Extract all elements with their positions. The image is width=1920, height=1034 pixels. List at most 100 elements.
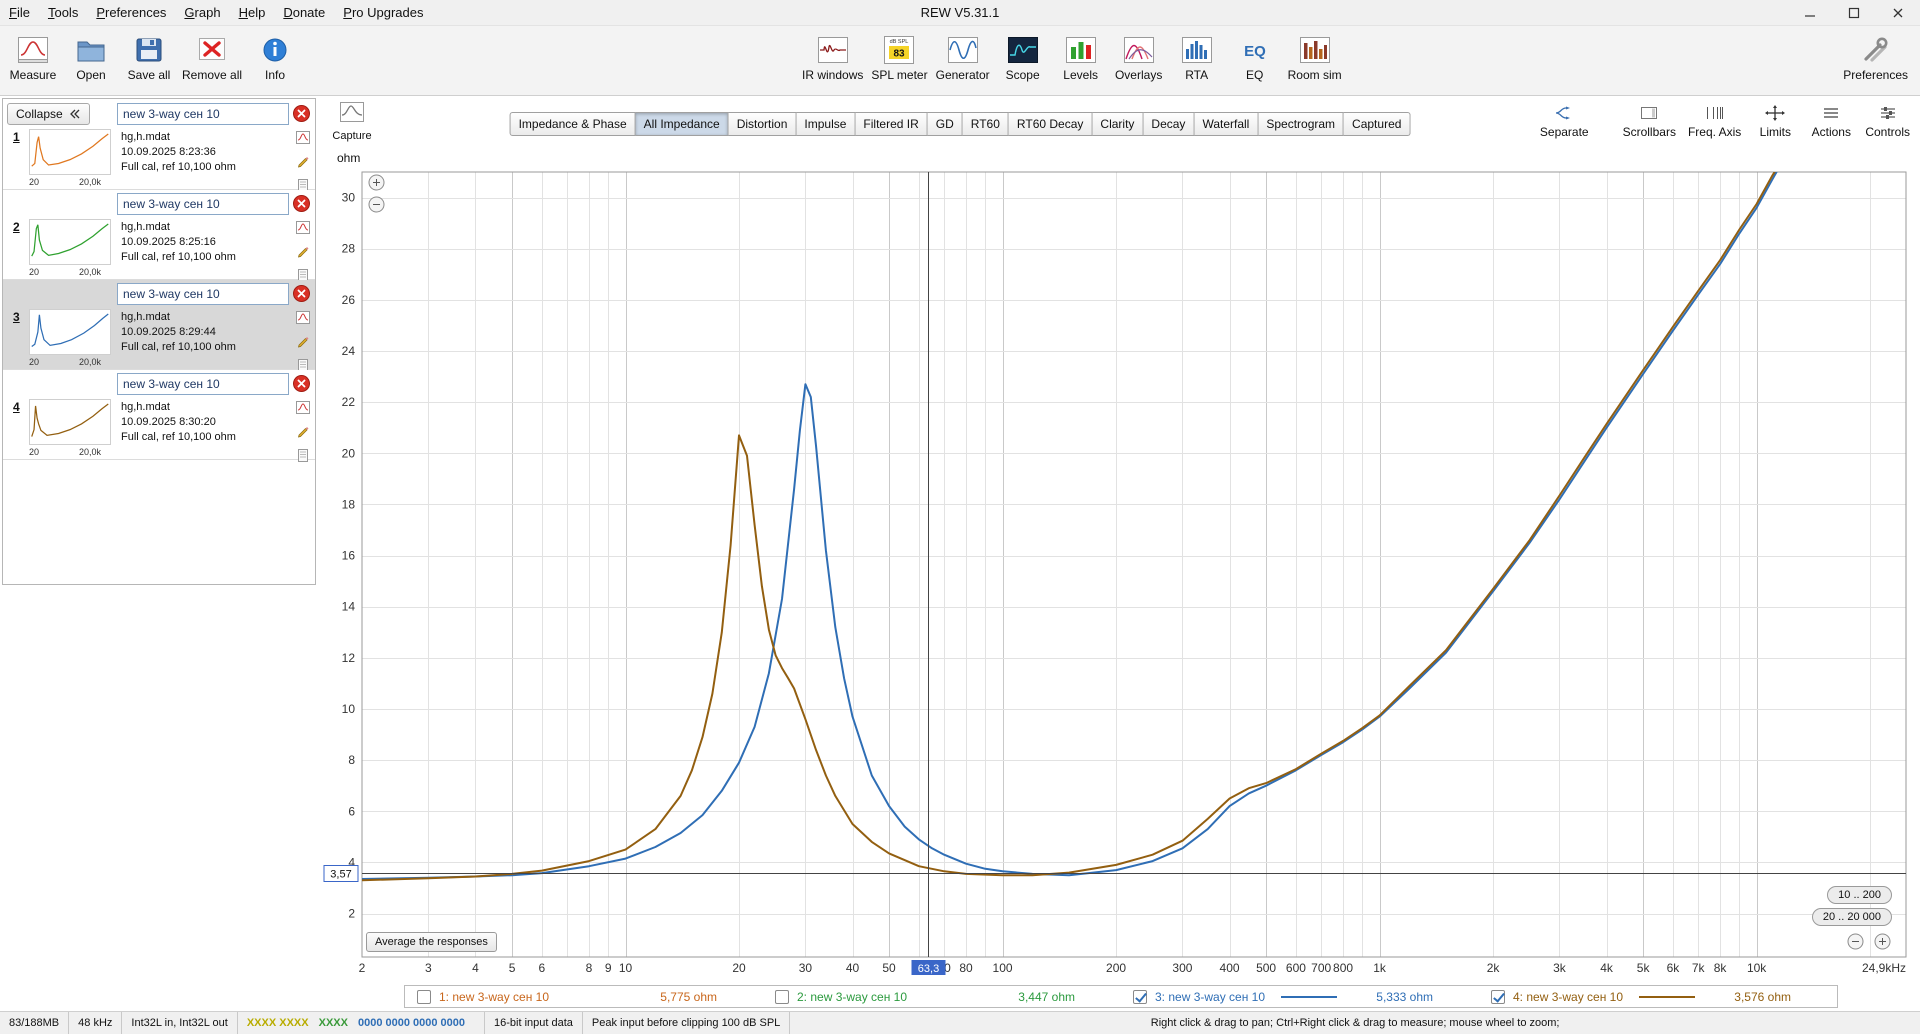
measurement-name-input[interactable] [117, 283, 289, 305]
measurement-edit-icon[interactable] [296, 425, 310, 443]
measurement-item-3[interactable]: 3 20 20,0k hg,h.mdat 10.09.2025 8:29:44 … [3, 280, 315, 372]
svg-text:500: 500 [1256, 961, 1276, 975]
measurement-thumbnail[interactable] [29, 219, 111, 265]
preferences-button[interactable]: Preferences [1839, 26, 1912, 82]
actions-button[interactable]: Actions [1809, 104, 1853, 139]
limits-button[interactable]: Limits [1753, 104, 1797, 139]
menu-tools[interactable]: Tools [39, 0, 87, 26]
measurement-thumbnail[interactable] [29, 309, 111, 355]
measurement-item-4[interactable]: 4 20 20,0k hg,h.mdat 10.09.2025 8:30:20 … [3, 370, 315, 462]
measurement-chart-icon[interactable] [296, 401, 310, 419]
menu-file[interactable]: File [0, 0, 39, 26]
svg-text:10: 10 [342, 702, 356, 716]
legend-label-4[interactable]: 4: new 3-way сен 10 [1513, 990, 1623, 1004]
measurement-notes-icon[interactable] [296, 449, 310, 467]
delete-measurement-button[interactable] [293, 195, 310, 212]
legend-checkbox-1[interactable] [417, 989, 431, 1004]
measure-button[interactable]: Measure [4, 26, 62, 82]
measurement-name-input[interactable] [117, 373, 289, 395]
maximize-button[interactable] [1832, 0, 1876, 26]
minimize-button[interactable] [1788, 0, 1832, 26]
measurement-thumbnail[interactable] [29, 399, 111, 445]
tab-filtered-ir[interactable]: Filtered IR [855, 112, 928, 136]
tab-clarity[interactable]: Clarity [1092, 112, 1144, 136]
legend-label-3[interactable]: 3: new 3-way сен 10 [1155, 990, 1265, 1004]
spl-meter-button[interactable]: dB SPL 83 SPL meter [867, 26, 931, 82]
tab-rt60-decay[interactable]: RT60 Decay [1008, 112, 1093, 136]
tab-spectrogram[interactable]: Spectrogram [1258, 112, 1345, 136]
tab-distortion[interactable]: Distortion [728, 112, 797, 136]
generator-icon [946, 34, 980, 66]
rta-button[interactable]: RTA [1168, 26, 1226, 82]
mouse-hint: Right click & drag to pan; Ctrl+Right cl… [1150, 1017, 1560, 1029]
eq-button[interactable]: EQ EQ [1226, 26, 1284, 82]
delete-icon [293, 285, 310, 302]
scope-button[interactable]: Scope [994, 26, 1052, 82]
measurement-thumbnail[interactable] [29, 129, 111, 175]
svg-text:800: 800 [1333, 961, 1353, 975]
controls-button[interactable]: Controls [1865, 104, 1910, 139]
svg-text:30: 30 [799, 961, 813, 975]
remove-all-button[interactable]: Remove all [178, 26, 246, 82]
tab-captured[interactable]: Captured [1344, 112, 1411, 136]
measurement-name-input[interactable] [117, 103, 289, 125]
x-zoom-out-button[interactable] [1847, 933, 1864, 950]
legend-checkbox-3[interactable] [1133, 989, 1147, 1004]
x-zoom-in-button[interactable] [1874, 933, 1891, 950]
measurement-item-2[interactable]: 2 20 20,0k hg,h.mdat 10.09.2025 8:25:16 … [3, 190, 315, 282]
scrollbars-button[interactable]: Scrollbars [1623, 104, 1676, 139]
open-button[interactable]: Open [62, 26, 120, 82]
tab-waterfall[interactable]: Waterfall [1194, 112, 1259, 136]
measurement-edit-icon[interactable] [296, 335, 310, 353]
room-sim-button[interactable]: Room sim [1284, 26, 1346, 82]
tab-impedance-phase[interactable]: Impedance & Phase [509, 112, 636, 136]
menu-donate[interactable]: Donate [274, 0, 334, 26]
close-button[interactable] [1876, 0, 1920, 26]
legend-label-1[interactable]: 1: new 3-way сен 10 [439, 990, 549, 1004]
menu-preferences[interactable]: Preferences [87, 0, 175, 26]
measurement-edit-icon[interactable] [296, 155, 310, 173]
menu-pro-upgrades[interactable]: Pro Upgrades [334, 0, 432, 26]
measurement-chart-icon[interactable] [296, 311, 310, 329]
overlays-button[interactable]: Overlays [1110, 26, 1168, 82]
legend-checkbox-2[interactable] [775, 989, 789, 1004]
ir-windows-button[interactable]: IR windows [798, 26, 867, 82]
menu-help[interactable]: Help [230, 0, 275, 26]
impedance-chart[interactable]: 246810121416182022242628302 3 4 5 6 8 9 10 20 30 4… [320, 140, 1920, 985]
room-sim-icon [1298, 34, 1332, 66]
tab-impulse[interactable]: Impulse [796, 112, 856, 136]
window-controls [1788, 0, 1920, 26]
delete-measurement-button[interactable] [293, 375, 310, 392]
freq-range-20-20000-button[interactable]: 20 .. 20 000 [1811, 908, 1892, 926]
svg-text:6: 6 [539, 961, 546, 975]
y-zoom-out-button[interactable] [368, 196, 385, 213]
svg-text:4: 4 [472, 961, 479, 975]
measurement-chart-icon[interactable] [296, 221, 310, 239]
tab-decay[interactable]: Decay [1143, 112, 1195, 136]
separate-button[interactable]: Separate [1540, 104, 1589, 139]
measurement-chart-icon[interactable] [296, 131, 310, 149]
legend-label-2[interactable]: 2: new 3-way сен 10 [797, 990, 907, 1004]
measurement-name-input[interactable] [117, 193, 289, 215]
info-button[interactable]: Info [246, 26, 304, 82]
delete-measurement-button[interactable] [293, 105, 310, 122]
levels-button[interactable]: Levels [1052, 26, 1110, 82]
average-responses-button[interactable]: Average the responses [366, 932, 497, 952]
svg-text:600: 600 [1286, 961, 1306, 975]
legend-checkbox-4[interactable] [1491, 989, 1505, 1004]
delete-measurement-button[interactable] [293, 285, 310, 302]
tab-all-impedance[interactable]: All Impedance [635, 112, 729, 136]
y-zoom-in-button[interactable] [368, 174, 385, 191]
capture-button[interactable]: Capture [331, 101, 373, 142]
measurement-edit-icon[interactable] [296, 245, 310, 263]
freq-range-10-200-button[interactable]: 10 .. 200 [1827, 886, 1892, 904]
collapse-panel-button[interactable]: Collapse [7, 103, 90, 125]
generator-button[interactable]: Generator [932, 26, 994, 82]
freq-axis-button[interactable]: Freq. Axis [1688, 104, 1741, 139]
tab-gd[interactable]: GD [927, 112, 963, 136]
tab-rt60[interactable]: RT60 [962, 112, 1009, 136]
toolbar: Measure Open Save all Remove all Info IR… [0, 26, 1920, 96]
save-all-button[interactable]: Save all [120, 26, 178, 82]
rew-window: File Tools Preferences Graph Help Donate… [0, 0, 1920, 1034]
menu-graph[interactable]: Graph [175, 0, 229, 26]
